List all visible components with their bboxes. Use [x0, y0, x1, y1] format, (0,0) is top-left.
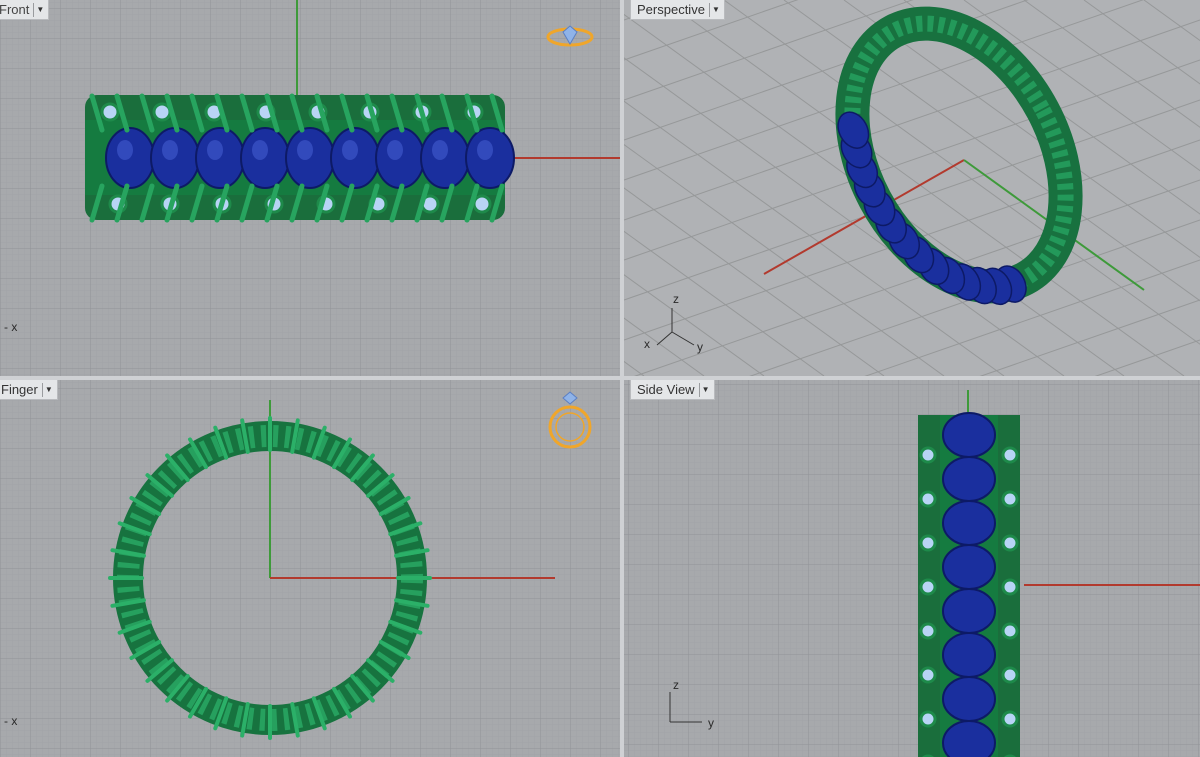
sapphire-gem	[420, 127, 470, 189]
viewport-side-title: Side View	[637, 382, 695, 397]
sapphire-gem	[942, 456, 996, 502]
diamond-gem	[1001, 622, 1019, 640]
sapphire-gem	[942, 632, 996, 678]
sapphire-gem	[330, 127, 380, 189]
axis-label-x-front: - x	[4, 320, 18, 334]
sapphire-gem	[942, 676, 996, 722]
sapphire-gem	[285, 127, 335, 189]
viewport-front-canvas[interactable]	[0, 0, 620, 376]
sapphire-gem	[240, 127, 290, 189]
diamond-gem	[1001, 446, 1019, 464]
sapphire-gem	[195, 127, 245, 189]
diamond-gem	[919, 490, 937, 508]
diamond-gem	[1001, 710, 1019, 728]
axis-label-z: z	[673, 292, 679, 306]
axis-label-y: y	[697, 340, 703, 354]
dropdown-arrow-icon[interactable]: ▼	[698, 382, 712, 397]
diamond-gem	[472, 194, 492, 214]
viewport-front[interactable]: Front ▼ - x	[0, 0, 620, 376]
diamond-gem	[919, 622, 937, 640]
diamond-gem	[919, 534, 937, 552]
diamond-gem	[1001, 534, 1019, 552]
viewport-finger-tab[interactable]: Finger ▼	[0, 380, 58, 400]
sapphire-gem	[942, 544, 996, 590]
diamond-gem	[919, 710, 937, 728]
sapphire-gem	[942, 588, 996, 634]
viewport-side[interactable]: Side View ▼ z y	[624, 380, 1200, 757]
sapphire-gem	[465, 127, 515, 189]
viewport-perspective-title: Perspective	[637, 2, 705, 17]
sapphire-gem	[942, 412, 996, 458]
dropdown-arrow-icon[interactable]: ▼	[33, 2, 46, 17]
axis-label-x: x	[644, 337, 650, 351]
viewport-perspective[interactable]: Perspective ▼ z x y	[624, 0, 1200, 376]
viewport-finger[interactable]: Finger ▼ - x	[0, 380, 620, 757]
viewport-perspective-tab[interactable]: Perspective ▼	[630, 0, 725, 20]
viewport-finger-title: Finger	[1, 382, 38, 397]
dropdown-arrow-icon[interactable]: ▼	[708, 2, 722, 17]
sapphire-gem	[942, 500, 996, 546]
axis-label-y-side: y	[708, 716, 714, 730]
diamond-gem	[919, 446, 937, 464]
diamond-gem	[919, 666, 937, 684]
axis-gizmo	[656, 308, 695, 346]
diamond-gem	[919, 578, 937, 596]
viewport-front-tab[interactable]: Front ▼	[0, 0, 50, 20]
diamond-gem	[1001, 578, 1019, 596]
viewport-finger-canvas[interactable]	[0, 380, 620, 757]
ring-front-icon[interactable]	[543, 390, 597, 454]
diamond-gem	[1001, 666, 1019, 684]
viewport-side-tab[interactable]: Side View ▼	[630, 380, 715, 400]
sapphire-gem	[375, 127, 425, 189]
sapphire-gem	[150, 127, 200, 189]
dropdown-arrow-icon[interactable]: ▼	[41, 382, 55, 397]
diamond-gem	[1001, 490, 1019, 508]
viewport-divider-horizontal[interactable]	[0, 376, 1200, 380]
sapphire-gem	[942, 720, 996, 757]
sapphire-row	[105, 127, 515, 189]
viewport-front-title: Front	[0, 2, 30, 17]
sapphire-gem	[105, 127, 155, 189]
diamond-gem	[100, 102, 120, 122]
ring-preview-icon[interactable]	[545, 22, 595, 52]
axis-label-x-finger: - x	[4, 714, 18, 728]
axis-label-z-side: z	[673, 678, 679, 692]
